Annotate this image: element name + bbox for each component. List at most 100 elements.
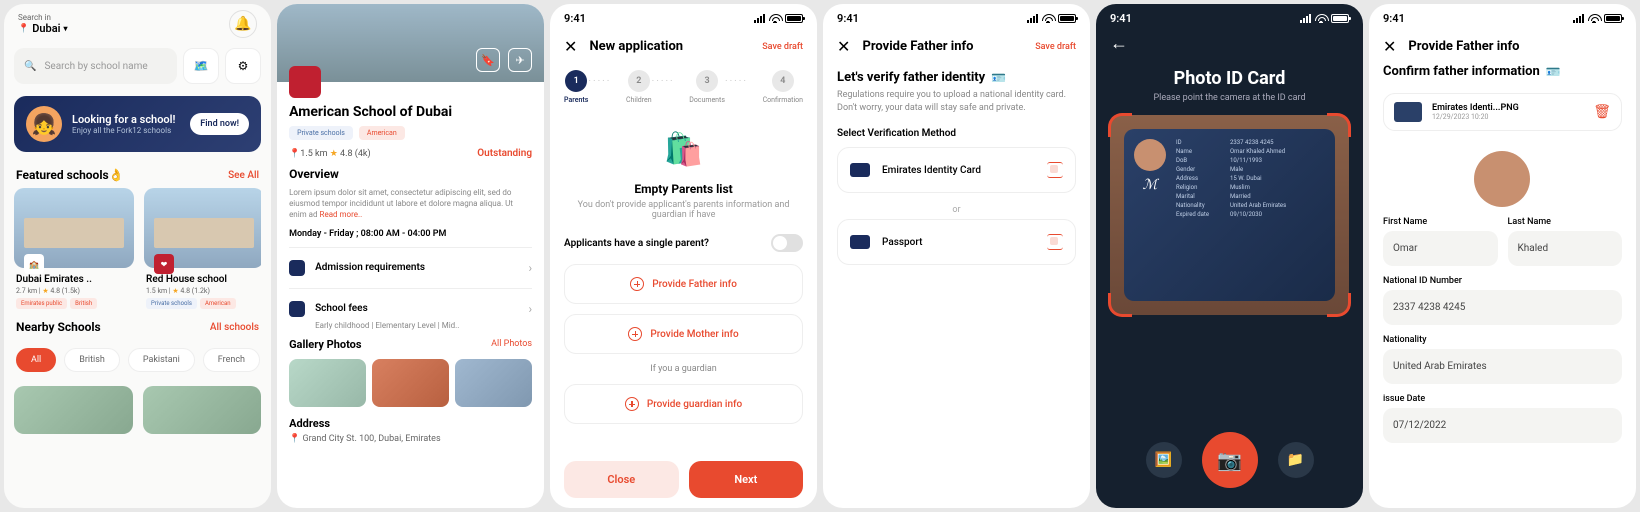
empty-title: Empty Parents list bbox=[564, 182, 803, 196]
school-image: ❤ bbox=[144, 188, 261, 268]
or-divider: or bbox=[823, 205, 1090, 215]
issue-date-input[interactable] bbox=[1383, 408, 1622, 443]
save-draft-link[interactable]: Save draft bbox=[762, 42, 803, 52]
promo-banner[interactable]: 👧 Looking for a school! Enjoy all the Fo… bbox=[14, 96, 261, 152]
close-icon[interactable]: ✕ bbox=[1383, 37, 1396, 56]
gallery-image[interactable] bbox=[372, 359, 449, 407]
file-meta: 12/29/2023 10:20 bbox=[1432, 113, 1583, 121]
nearby-school-card[interactable] bbox=[143, 386, 262, 434]
folder-icon[interactable]: 📁 bbox=[1278, 442, 1314, 478]
verify-heading: Let's verify father identity bbox=[823, 64, 1090, 89]
screen-title: Provide Father info bbox=[1408, 39, 1519, 54]
step-confirmation[interactable]: 4Confirmation bbox=[763, 70, 803, 104]
method-passport[interactable]: Passport bbox=[837, 219, 1076, 265]
filter-button[interactable]: ⚙ bbox=[225, 48, 261, 84]
nationality-input[interactable] bbox=[1383, 349, 1622, 384]
first-name-label: First Name bbox=[1383, 217, 1498, 227]
step-documents[interactable]: 3Documents bbox=[689, 70, 725, 104]
method-emirates-id[interactable]: Emirates Identity Card bbox=[837, 147, 1076, 193]
school-card[interactable]: 🏫 Dubai Emirates .. 2.7 km | ★ 4.8 (1.5k… bbox=[14, 188, 134, 312]
provide-mother-button[interactable]: Provide Mother info bbox=[564, 314, 803, 354]
filter-chip-pakistani[interactable]: Pakistani bbox=[128, 348, 195, 372]
chevron-right-icon: › bbox=[528, 302, 532, 316]
status-time: 9:41 bbox=[1110, 12, 1132, 25]
uploaded-file[interactable]: Emirates Identi...PNG 12/29/2023 10:20 🗑 bbox=[1383, 93, 1622, 131]
school-name: Red House school bbox=[146, 274, 261, 285]
bell-icon[interactable]: 🔔 bbox=[229, 10, 257, 38]
id-photo bbox=[1134, 139, 1166, 171]
camera-title: Photo ID Card bbox=[1096, 68, 1363, 89]
plus-icon bbox=[625, 397, 639, 411]
id-card-preview: ℳ ID2337 4238 4245 NameOmar Khaled Ahmed… bbox=[1124, 129, 1335, 301]
issue-date-label: issue Date bbox=[1383, 394, 1622, 404]
gallery-image[interactable] bbox=[289, 359, 366, 407]
gallery-icon[interactable]: 🖼️ bbox=[1146, 442, 1182, 478]
new-application-screen: 9:41 ✕ New application Save draft 1Paren… bbox=[550, 4, 817, 508]
home-screen: Search in Dubai 🔔 🔍 Search by school nam… bbox=[4, 4, 271, 508]
banner-avatar: 👧 bbox=[26, 106, 62, 142]
search-placeholder: Search by school name bbox=[44, 61, 147, 72]
step-children[interactable]: 2Children bbox=[626, 70, 652, 104]
next-button[interactable]: Next bbox=[689, 461, 804, 498]
screen-title: New application bbox=[589, 39, 683, 54]
plus-icon bbox=[628, 327, 642, 341]
nid-input[interactable] bbox=[1383, 290, 1622, 325]
confirm-father-screen: 9:41 ✕ Provide Father info Confirm fathe… bbox=[1369, 4, 1636, 508]
scan-frame: ℳ ID2337 4238 4245 NameOmar Khaled Ahmed… bbox=[1110, 115, 1349, 315]
filter-chip-british[interactable]: British bbox=[64, 348, 120, 372]
search-input[interactable]: 🔍 Search by school name bbox=[14, 48, 177, 84]
signal-icon bbox=[1300, 14, 1311, 23]
guardian-text: If you a guardian bbox=[564, 364, 803, 374]
battery-icon bbox=[785, 14, 803, 23]
read-more-link[interactable]: Read more.. bbox=[320, 210, 363, 219]
first-name-input[interactable] bbox=[1383, 231, 1498, 266]
send-icon[interactable]: ✈ bbox=[508, 48, 532, 72]
gallery-image[interactable] bbox=[455, 359, 532, 407]
back-icon[interactable]: ← bbox=[1096, 29, 1363, 58]
delete-icon[interactable]: 🗑 bbox=[1593, 104, 1611, 120]
last-name-input[interactable] bbox=[1508, 231, 1623, 266]
save-draft-link[interactable]: Save draft bbox=[1035, 42, 1076, 52]
close-icon[interactable]: ✕ bbox=[837, 37, 850, 56]
location-picker[interactable]: Dubai bbox=[18, 22, 68, 35]
bookmark-icon[interactable]: 🔖 bbox=[476, 48, 500, 72]
money-icon bbox=[289, 301, 305, 317]
map-button[interactable]: 🗺️ bbox=[183, 48, 219, 84]
status-time: 9:41 bbox=[837, 12, 859, 25]
provide-father-button[interactable]: Provide Father info bbox=[564, 264, 803, 304]
address-text: 📍 Grand City St. 100, Dubai, Emirates bbox=[289, 434, 532, 444]
filter-chip-all[interactable]: All bbox=[16, 348, 56, 372]
wifi-icon bbox=[769, 14, 781, 23]
levels-text: Early childhood | Elementary Level | Mid… bbox=[315, 321, 532, 330]
nid-label: National ID Number bbox=[1383, 276, 1622, 286]
all-schools-link[interactable]: All schools bbox=[210, 322, 259, 333]
featured-title: Featured schools👌 bbox=[16, 168, 124, 182]
shutter-button[interactable]: 📷 bbox=[1202, 432, 1258, 488]
confirm-heading: Confirm father information bbox=[1369, 64, 1636, 83]
school-name: American School of Dubai bbox=[289, 104, 532, 120]
single-parent-toggle[interactable] bbox=[771, 234, 803, 252]
banner-title: Looking for a school! bbox=[72, 113, 180, 126]
provide-guardian-button[interactable]: Provide guardian info bbox=[564, 384, 803, 424]
school-image: 🏫 bbox=[14, 188, 134, 268]
nearby-school-card[interactable] bbox=[14, 386, 133, 434]
wifi-icon bbox=[1588, 14, 1600, 23]
scan-icon bbox=[1047, 234, 1063, 250]
close-button[interactable]: Close bbox=[564, 461, 679, 498]
admission-row[interactable]: Admission requirements › bbox=[289, 247, 532, 288]
signal-icon bbox=[754, 14, 765, 23]
find-now-button[interactable]: Find now! bbox=[190, 113, 249, 135]
empty-sub: You don't provide applicant's parents in… bbox=[564, 200, 803, 220]
status-time: 9:41 bbox=[1383, 12, 1405, 25]
filter-chip-french[interactable]: French bbox=[203, 348, 260, 372]
all-photos-link[interactable]: All Photos bbox=[491, 339, 532, 349]
method-section-title: Select Verification Method bbox=[823, 114, 1090, 147]
see-all-link[interactable]: See All bbox=[228, 170, 259, 181]
school-meta: 📍1.5 km ★ 4.8 (4k) bbox=[289, 149, 371, 159]
school-card[interactable]: ❤ Red House school 1.5 km | ★ 4.8 (1.2k)… bbox=[144, 188, 261, 312]
battery-icon bbox=[1058, 14, 1076, 23]
banner-sub: Enjoy all the Fork12 schools bbox=[72, 126, 180, 135]
id-card-icon bbox=[850, 163, 870, 177]
close-icon[interactable]: ✕ bbox=[564, 37, 577, 56]
step-parents[interactable]: 1Parents bbox=[564, 70, 588, 104]
